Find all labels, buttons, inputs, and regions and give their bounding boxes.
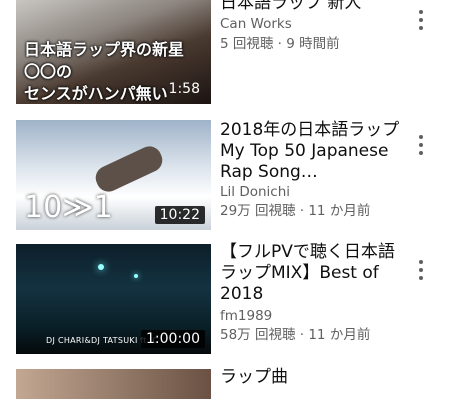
duration-badge: 1:58 — [168, 81, 200, 97]
video-meta: 29万 回視聴 · 11 か月前 — [220, 203, 371, 219]
video-meta: 5 回視聴 · 9 時間前 — [220, 36, 340, 52]
channel-name[interactable]: Can Works — [220, 15, 292, 33]
video-thumbnail-1[interactable]: 日本語ラップ界の新星 〇〇の センスがハンパ無い 1:58 — [16, 0, 211, 104]
more-vertical-icon[interactable] — [413, 133, 429, 157]
street-light — [134, 274, 138, 278]
video-thumbnail-3[interactable]: DJ CHARI&DJ TATSUKI ft.IC 1:00:00 — [16, 244, 211, 354]
video-meta: 58万 回視聴 · 11 か月前 — [220, 327, 371, 343]
video-item-2[interactable]: 10≫1 10:22 2018年の日本語ラップ My Top 50 Japane… — [0, 118, 460, 232]
street-light — [98, 264, 104, 270]
channel-name[interactable]: Lil Donichi — [220, 183, 290, 201]
video-item-4[interactable]: ラップ曲 — [0, 362, 460, 399]
video-item-3[interactable]: DJ CHARI&DJ TATSUKI ft.IC 1:00:00 【フルPVで… — [0, 240, 460, 354]
video-thumbnail-4[interactable] — [16, 369, 211, 399]
thumb-text-line-1: 日本語ラップ界の新星 — [24, 40, 185, 59]
video-title[interactable]: 【フルPVで聴く日本語ラップMIX】Best of 2018 — [220, 242, 400, 305]
video-title[interactable]: 2018年の日本語ラップ My Top 50 Japanese Rap Song… — [220, 120, 400, 183]
more-vertical-icon[interactable] — [413, 8, 429, 32]
duration-badge: 10:22 — [154, 206, 205, 224]
thumb-text-line-2: 〇〇の — [24, 62, 73, 81]
thumb-text-line-3: センスがハンパ無い — [24, 84, 168, 103]
more-vertical-icon[interactable] — [413, 258, 429, 282]
video-item-1[interactable]: 日本語ラップ界の新星 〇〇の センスがハンパ無い 1:58 日本語ラップ 新人 … — [0, 0, 460, 108]
video-title[interactable]: 日本語ラップ 新人 — [220, 0, 400, 14]
video-title[interactable]: ラップ曲 — [220, 367, 400, 388]
video-thumbnail-2[interactable]: 10≫1 10:22 — [16, 120, 211, 230]
duration-badge: 1:00:00 — [141, 330, 205, 348]
thumb-rank-text: 10≫1 — [24, 190, 113, 225]
person-figure — [91, 142, 167, 196]
channel-name[interactable]: fm1989 — [220, 307, 272, 325]
